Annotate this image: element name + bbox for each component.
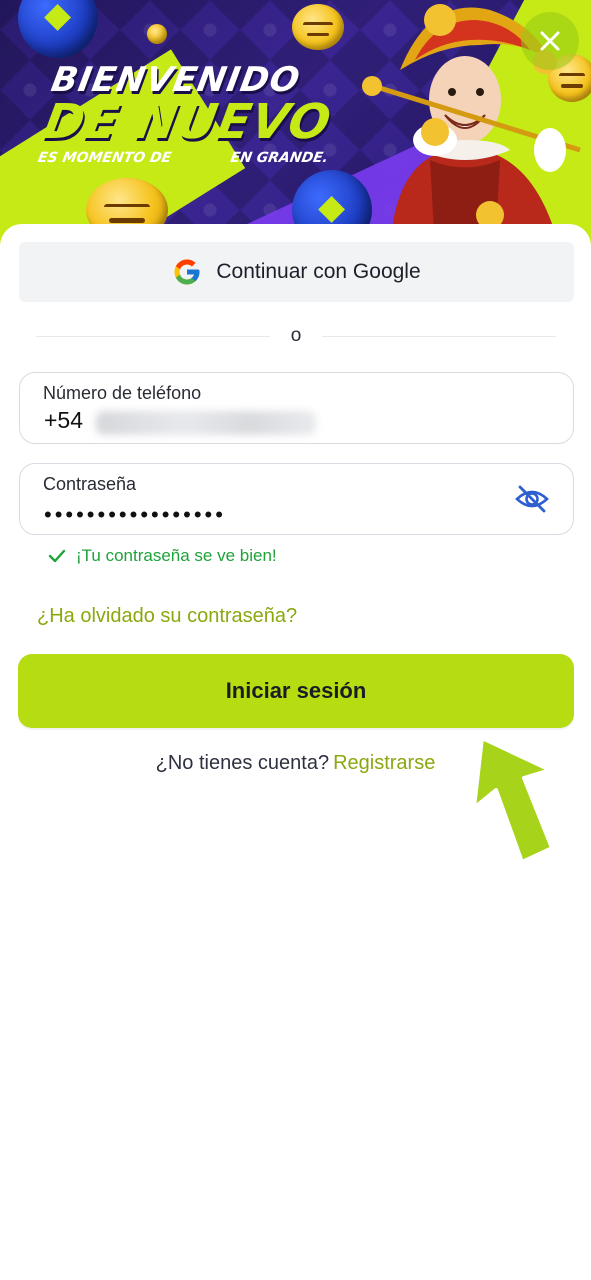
promo-banner: BIENVENIDO DE NUEVO ES MOMENTO DE JUGAR … (0, 0, 591, 250)
pointer-arrow-icon (472, 736, 554, 864)
divider-line (322, 335, 556, 337)
tagline-part: ES MOMENTO DE (36, 150, 178, 166)
password-field[interactable]: Contraseña ••••••••••••••••• (19, 463, 574, 535)
tagline-accent: JUGAR (174, 150, 228, 166)
phone-field[interactable]: Número de teléfono +54 (19, 372, 574, 444)
login-button[interactable]: Iniciar sesión (18, 654, 574, 728)
tagline-part: EN GRANDE. (224, 150, 330, 166)
signup-prompt-text: ¿No tienes cuenta? (155, 752, 330, 774)
phone-prefix: +54 (44, 407, 84, 433)
eye-slash-icon[interactable] (515, 484, 549, 514)
headline-tagline: ES MOMENTO DE JUGAR EN GRANDE. (37, 150, 330, 166)
welcome-headline: BIENVENIDO DE NUEVO ES MOMENTO DE JUGAR … (37, 60, 346, 166)
password-label: Contraseña (43, 474, 137, 494)
emoji-coin-icon (292, 4, 344, 50)
login-screen: BIENVENIDO DE NUEVO ES MOMENTO DE JUGAR … (0, 0, 591, 1280)
close-button[interactable] (521, 12, 579, 70)
divider-line (36, 335, 270, 337)
emoji-coin-icon (147, 24, 167, 44)
password-value: ••••••••••••••••• (44, 502, 226, 527)
google-button-label: Continuar con Google (216, 260, 421, 283)
register-link[interactable]: Registrarse (333, 752, 435, 774)
close-icon (540, 31, 560, 51)
validation-text: ¡Tu contraseña se ve bien! (76, 546, 277, 565)
google-g-icon (174, 259, 200, 285)
divider-text: o (290, 325, 302, 346)
phone-label: Número de teléfono (43, 383, 202, 403)
or-divider: o (36, 324, 556, 348)
password-validation-message: ¡Tu contraseña se ve bien! (48, 546, 277, 566)
forgot-password-link[interactable]: ¿Ha olvidado su contraseña? (37, 605, 297, 628)
phone-number-redacted (96, 411, 316, 435)
check-icon (48, 549, 66, 563)
google-signin-button[interactable]: Continuar con Google (19, 242, 574, 302)
headline-line-2: DE NUEVO (39, 94, 336, 150)
